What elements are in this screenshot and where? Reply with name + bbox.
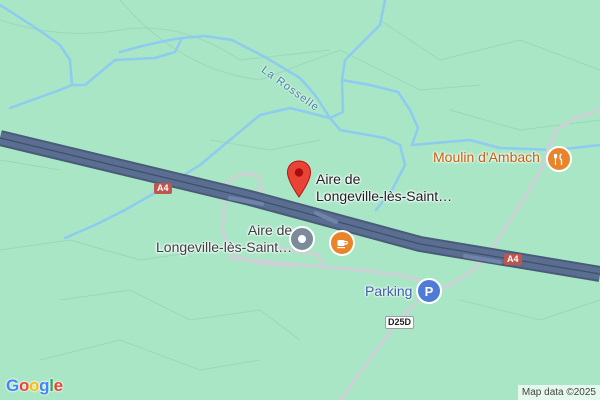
- map-attribution[interactable]: Map data ©2025: [517, 385, 600, 400]
- service-area-line2: Longeville-lès-Saint…: [156, 239, 293, 255]
- selected-place-line2: Longeville-lès-Saint…: [316, 188, 453, 204]
- coffee-icon[interactable]: [329, 230, 355, 256]
- map-canvas[interactable]: La Rosselle A4 A4 D25D Aire de Longevill…: [0, 0, 600, 400]
- selected-place-label[interactable]: Aire de Longeville-lès-Saint…: [316, 171, 452, 205]
- map-base-layer: [0, 0, 600, 400]
- service-area-line1: Aire de: [247, 222, 293, 238]
- fuel-station-icon[interactable]: [289, 226, 315, 252]
- selected-place-marker[interactable]: [286, 160, 312, 198]
- red-marker-icon: [286, 160, 312, 198]
- motorway-shield: A4: [154, 183, 172, 194]
- restaurant-icon[interactable]: [546, 146, 572, 172]
- google-logo: Google: [6, 376, 63, 395]
- road-shield: D25D: [385, 316, 415, 329]
- motorway-shield: A4: [504, 254, 522, 265]
- selected-place-line1: Aire de: [316, 171, 361, 187]
- parking-label[interactable]: Parking: [365, 283, 412, 300]
- parking-icon[interactable]: P: [416, 278, 442, 304]
- service-area-label[interactable]: Aire de Longeville-lès-Saint…: [156, 222, 292, 256]
- restaurant-label[interactable]: Moulin d'Ambach: [433, 149, 540, 166]
